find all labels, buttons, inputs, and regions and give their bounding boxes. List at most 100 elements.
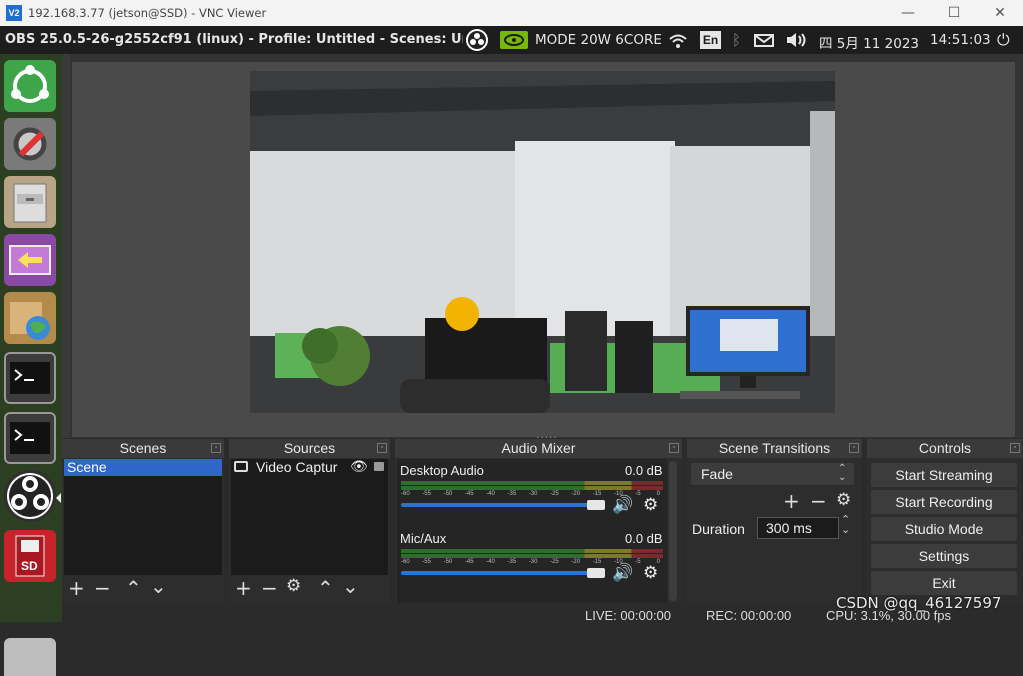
remove-source-button[interactable]: −: [261, 576, 278, 600]
eye-icon[interactable]: 👁: [350, 458, 368, 475]
duration-label: Duration: [692, 521, 745, 537]
meter-tick-label: -35: [507, 559, 517, 565]
transition-settings-gear-icon[interactable]: ⚙: [836, 490, 851, 510]
duration-value: 300 ms: [766, 520, 812, 536]
file-manager-icon[interactable]: [4, 176, 56, 228]
level-meter: [401, 549, 663, 553]
duration-input[interactable]: 300 ms: [757, 517, 839, 539]
meter-tick-label: -55: [422, 491, 431, 497]
lock-icon[interactable]: [374, 462, 384, 471]
meter-tick-label: -15: [592, 559, 602, 565]
mixer-scrollbar[interactable]: [669, 461, 677, 601]
remove-scene-button[interactable]: −: [94, 576, 111, 600]
meter-tick-label: -45: [464, 491, 474, 497]
web-archive-icon[interactable]: [4, 292, 56, 344]
nvidia-power-mode[interactable]: MODE 20W 6CORE: [535, 32, 662, 48]
nvidia-icon[interactable]: [500, 31, 528, 49]
mixer-channels: Desktop Audio 0.0 dB -60 -55 -50 -45 -40 -35 -30…: [397, 459, 667, 603]
mixer-channel: Mic/Aux 0.0 dB -60 -55 -50 -45 -40 -35 -30 -25 -20…: [397, 527, 667, 595]
move-scene-down-button[interactable]: ⌄: [150, 574, 167, 598]
obs-window-title: OBS 25.0.5-26-g2552cf91 (linux) - Profil…: [5, 32, 463, 47]
close-button[interactable]: ✕: [977, 0, 1023, 26]
scene-transitions-title: Scene Transitions: [687, 439, 862, 458]
scenes-list[interactable]: Scene: [64, 459, 222, 575]
remove-transition-button[interactable]: −: [810, 489, 827, 513]
meter-tick-label: -40: [486, 491, 495, 497]
volume-slider[interactable]: [401, 571, 595, 575]
channel-name: Desktop Audio: [400, 463, 484, 478]
scenes-title: Scenes: [62, 439, 224, 458]
dock-float-icon[interactable]: ▫: [377, 443, 387, 453]
minimize-button[interactable]: —: [885, 0, 931, 26]
move-source-up-button[interactable]: ⌃: [317, 576, 334, 600]
date-display[interactable]: 四 5月 11 2023: [819, 32, 919, 52]
audio-mixer-dock: Audio Mixer ▫ Desktop Audio 0.0 dB -60 -55 -…: [395, 439, 682, 603]
sd-card-icon[interactable]: SD: [4, 530, 56, 582]
channel-settings-gear-icon[interactable]: ⚙: [643, 563, 658, 583]
volume-icon[interactable]: [786, 32, 808, 53]
camera-icon: [234, 461, 248, 472]
transition-select[interactable]: Fade ⌃ ⌄: [691, 463, 854, 485]
source-settings-gear-icon[interactable]: ⚙: [286, 576, 301, 596]
drive-icon[interactable]: [4, 638, 56, 676]
level-meter: [401, 481, 663, 485]
power-icon[interactable]: ⏻: [997, 30, 1010, 50]
add-scene-button[interactable]: +: [68, 576, 85, 600]
scene-transitions-dock: Scene Transitions ▫ Fade ⌃ ⌄ + − ⚙ Durati…: [687, 439, 862, 603]
meter-tick-label: -60: [401, 559, 410, 565]
volume-slider-handle[interactable]: [587, 500, 605, 510]
meter-tick-label: -25: [550, 491, 559, 497]
start-streaming-button[interactable]: Start Streaming: [871, 463, 1017, 487]
live-timer: LIVE: 00:00:00: [585, 608, 672, 623]
settings-button[interactable]: Settings: [871, 544, 1017, 568]
move-scene-up-button[interactable]: ⌃: [125, 576, 142, 600]
watermark: CSDN @qq_46127597: [836, 594, 1002, 612]
meter-tick-label: -50: [443, 491, 453, 497]
obs-tray-icon[interactable]: [466, 29, 488, 51]
clock-display[interactable]: 14:51:03: [930, 32, 991, 48]
move-source-down-button[interactable]: ⌄: [342, 574, 359, 598]
exit-button[interactable]: Exit: [871, 571, 1017, 595]
terminal-icon[interactable]: [4, 412, 56, 464]
channel-settings-gear-icon[interactable]: ⚙: [643, 495, 658, 515]
audio-mixer-title: Audio Mixer: [395, 439, 682, 458]
add-transition-button[interactable]: +: [783, 489, 800, 513]
mixer-channel: Desktop Audio 0.0 dB -60 -55 -50 -45 -40 -35 -30…: [397, 459, 667, 527]
dock-float-icon[interactable]: ▫: [849, 443, 859, 453]
wifi-icon[interactable]: [668, 33, 688, 54]
sources-list[interactable]: Video Captur 👁: [231, 458, 388, 575]
vnc-title-bar: V2 192.168.3.77 (jetson@SSD) - VNC Viewe…: [0, 0, 1023, 26]
meter-tick-label: -30: [528, 559, 538, 565]
studio-mode-button[interactable]: Studio Mode: [871, 517, 1017, 541]
start-recording-button[interactable]: Start Recording: [871, 490, 1017, 514]
meter-tick-label: -30: [528, 491, 538, 497]
source-item[interactable]: Video Captur 👁: [234, 458, 384, 476]
mute-speaker-icon[interactable]: 🔊: [612, 495, 633, 515]
mute-speaker-icon[interactable]: 🔊: [612, 563, 633, 583]
top-panel: OBS 25.0.5-26-g2552cf91 (linux) - Profil…: [0, 26, 1023, 54]
volume-slider-handle[interactable]: [587, 568, 605, 578]
maximize-button[interactable]: ☐: [931, 0, 977, 26]
dock-float-icon[interactable]: ▫: [211, 443, 221, 453]
channel-level: 0.0 dB: [625, 531, 663, 546]
switch-app-icon[interactable]: [4, 234, 56, 286]
mail-icon[interactable]: [754, 34, 774, 47]
keyboard-lang-indicator[interactable]: En: [700, 31, 721, 49]
ubuntu-icon[interactable]: [4, 60, 56, 112]
bluetooth-icon[interactable]: ᛒ: [732, 31, 741, 49]
scene-item[interactable]: Scene: [64, 459, 222, 476]
meter-tick-label: -5: [635, 559, 641, 565]
obs-icon[interactable]: [4, 470, 56, 522]
add-source-button[interactable]: +: [235, 576, 252, 600]
volume-slider[interactable]: [401, 503, 595, 507]
video-capture-frame[interactable]: [250, 71, 835, 413]
system-settings-icon[interactable]: [4, 118, 56, 170]
terminal-icon[interactable]: [4, 352, 56, 404]
meter-tick-label: -40: [486, 559, 495, 565]
channel-name: Mic/Aux: [400, 531, 447, 546]
duration-spinner[interactable]: ⌃ ⌄: [841, 515, 850, 536]
dock-float-icon[interactable]: ▫: [1010, 443, 1020, 453]
meter-tick-label: -25: [550, 559, 559, 565]
meter-tick-label: -20: [571, 491, 581, 497]
dock-float-icon[interactable]: ▫: [669, 443, 679, 453]
